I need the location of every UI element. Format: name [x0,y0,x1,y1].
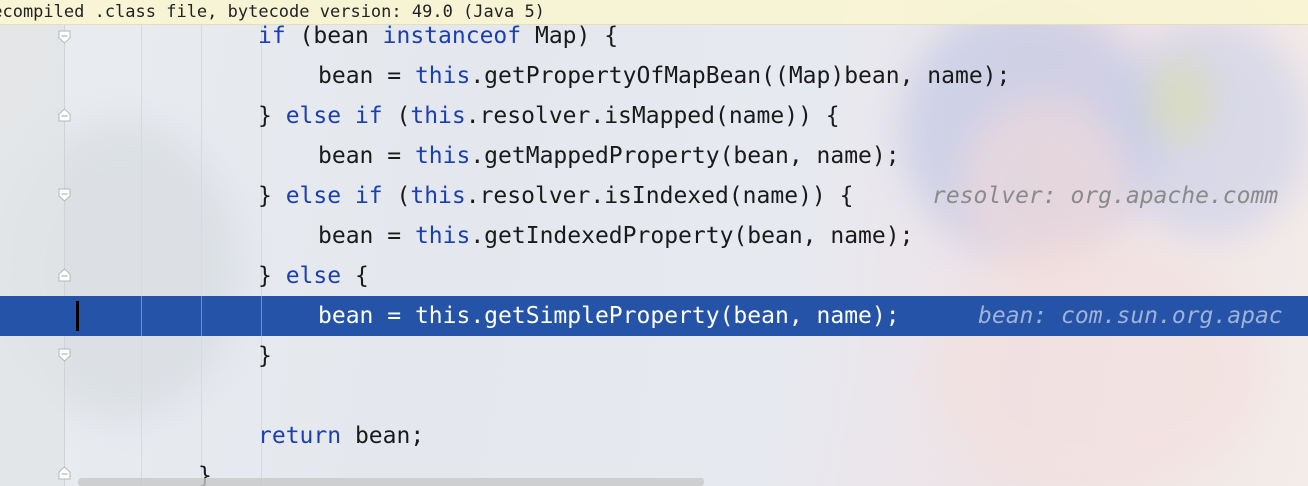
line-else-if-mapped[interactable]: } else if (this.resolver.isMapped(name))… [0,96,1308,136]
keyword-token: else [285,263,342,289]
code-text: } else { [258,261,369,291]
fold-toggle-icon[interactable] [58,466,71,480]
code-token: ( [382,183,411,209]
code-token: bean = [318,303,415,329]
fold-toggle-icon[interactable] [58,108,71,122]
horizontal-scrollbar[interactable] [78,478,704,486]
code-token: bean = [318,223,415,249]
decompiled-notice-banner: Decompiled .class file, bytecode version… [0,0,1308,25]
inline-debug-value-hint[interactable]: bean: com.sun.org.apac [978,301,1283,331]
code-token: .getMappedProperty(bean, name); [470,143,900,169]
keyword-token: this [414,303,471,329]
decompiled-notice-text: Decompiled .class file, bytecode version… [0,2,545,22]
keyword-token: this [414,143,471,169]
line-close-if[interactable]: } [0,336,1308,376]
code-token: .getSimpleProperty(bean, name); [470,303,900,329]
code-text: bean = this.getMappedProperty(bean, name… [318,141,900,171]
keyword-token: if [258,23,286,49]
keyword-token: this [414,63,471,89]
code-text: if (bean instanceof Map) { [258,21,618,51]
ide-editor-window: Decompiled .class file, bytecode version… [0,0,1308,486]
keyword-token: else if [285,183,383,209]
fold-toggle-icon[interactable] [58,268,71,282]
code-token: .getPropertyOfMapBean((Map)bean, name); [470,63,1011,89]
code-text: return bean; [258,421,424,451]
line-else-if-indexed[interactable]: } else if (this.resolver.isIndexed(name)… [0,176,1308,216]
keyword-token: this [410,103,466,129]
code-text: } else if (this.resolver.isMapped(name))… [258,101,840,131]
code-token: .resolver.isMapped(name)) { [465,103,840,129]
indent-guide [261,296,262,336]
line-get-simple[interactable]: bean = this.getSimpleProperty(bean, name… [0,296,1308,336]
code-text: } [258,341,272,371]
code-token: (bean [285,23,383,49]
code-text: } else if (this.resolver.isIndexed(name)… [258,181,853,211]
code-text: bean = this.getIndexedProperty(bean, nam… [318,221,913,251]
line-blank[interactable] [0,376,1308,416]
code-token: } [258,263,286,289]
code-token: .resolver.isIndexed(name)) { [465,183,854,209]
code-text: bean = this.getPropertyOfMapBean((Map)be… [318,61,1010,91]
indent-guide [141,296,142,336]
line-get-indexed[interactable]: bean = this.getIndexedProperty(bean, nam… [0,216,1308,256]
code-token: { [341,263,369,289]
line-get-mapped[interactable]: bean = this.getMappedProperty(bean, name… [0,136,1308,176]
code-token: } [258,103,286,129]
fold-toggle-icon[interactable] [58,348,71,362]
keyword-token: return [258,423,342,449]
keyword-token: else if [285,103,383,129]
code-token: } [258,183,286,209]
code-token: bean = [318,143,415,169]
text-caret [76,301,79,331]
indent-guide [201,296,202,336]
fold-toggle-icon[interactable] [58,188,71,202]
line-else[interactable]: } else { [0,256,1308,296]
line-return[interactable]: return bean; [0,416,1308,456]
keyword-token: instanceof [382,23,522,49]
code-token: ( [382,103,411,129]
code-token: bean; [341,423,425,449]
code-token: bean = [318,63,415,89]
keyword-token: this [414,223,471,249]
fold-toggle-icon[interactable] [58,30,71,44]
code-token: .getIndexedProperty(bean, name); [470,223,914,249]
keyword-token: this [410,183,466,209]
line-get-map-bean[interactable]: bean = this.getPropertyOfMapBean((Map)be… [0,56,1308,96]
code-token: Map) { [521,23,619,49]
code-token: } [258,343,272,369]
code-text: bean = this.getSimpleProperty(bean, name… [318,301,900,331]
inline-debug-value-hint[interactable]: resolver: org.apache.comm [932,181,1278,211]
